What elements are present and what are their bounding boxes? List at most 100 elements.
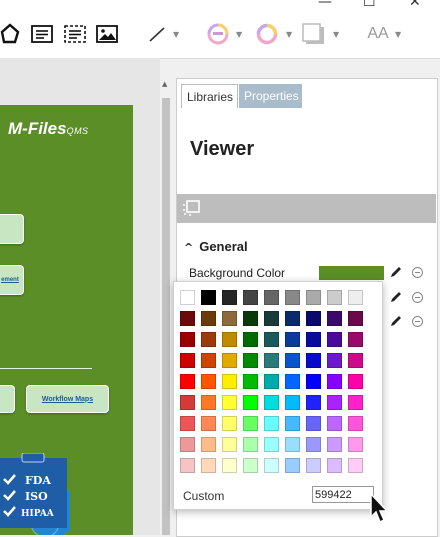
color-swatch[interactable] <box>327 416 342 431</box>
color-swatch[interactable] <box>348 332 363 347</box>
color-swatch[interactable] <box>222 353 237 368</box>
collapse-chevron-icon[interactable]: ^ <box>184 241 193 254</box>
color-swatch[interactable] <box>222 458 237 473</box>
color-swatch[interactable] <box>180 395 195 410</box>
color-swatch[interactable] <box>264 416 279 431</box>
color-swatch[interactable] <box>306 416 321 431</box>
pencil-icon-3[interactable] <box>389 314 403 328</box>
color-swatch[interactable] <box>201 311 216 326</box>
color-swatch[interactable] <box>306 290 321 305</box>
color-swatch[interactable] <box>201 416 216 431</box>
color-swatch[interactable] <box>201 332 216 347</box>
background-color-swatch[interactable] <box>319 266 384 280</box>
minimize-button[interactable]: — <box>318 0 332 10</box>
color-swatch[interactable] <box>348 290 363 305</box>
tab-libraries[interactable]: Libraries <box>181 84 238 108</box>
color-swatch[interactable] <box>180 353 195 368</box>
section-general[interactable]: ^ General <box>184 239 248 254</box>
fill-dropdown-caret[interactable]: ▼ <box>236 30 242 39</box>
color-swatch[interactable] <box>201 437 216 452</box>
color-swatch[interactable] <box>264 458 279 473</box>
fill-color-icon[interactable] <box>205 21 231 47</box>
line-dropdown-caret[interactable]: ▼ <box>173 30 179 39</box>
pentagon-icon[interactable] <box>0 21 20 47</box>
color-swatch[interactable] <box>348 353 363 368</box>
color-swatch[interactable] <box>180 374 195 389</box>
diagram-box-ement[interactable]: ement <box>0 265 24 295</box>
workflow-maps-link[interactable]: Workflow Maps <box>26 385 109 413</box>
color-swatch[interactable] <box>264 290 279 305</box>
color-swatch[interactable] <box>243 290 258 305</box>
color-swatch[interactable] <box>306 395 321 410</box>
color-swatch[interactable] <box>348 458 363 473</box>
color-swatch[interactable] <box>222 290 237 305</box>
color-swatch[interactable] <box>348 437 363 452</box>
close-button[interactable]: ✕ <box>409 0 421 10</box>
color-swatch[interactable] <box>243 332 258 347</box>
color-swatch[interactable] <box>285 437 300 452</box>
custom-color-input[interactable] <box>312 486 374 503</box>
color-swatch[interactable] <box>243 311 258 326</box>
color-swatch[interactable] <box>264 437 279 452</box>
tab-properties[interactable]: Properties <box>239 84 302 108</box>
color-swatch[interactable] <box>285 395 300 410</box>
color-swatch[interactable] <box>222 395 237 410</box>
color-swatch[interactable] <box>264 395 279 410</box>
color-swatch[interactable] <box>243 374 258 389</box>
dashed-textbox-icon[interactable] <box>63 21 87 47</box>
color-swatch[interactable] <box>264 374 279 389</box>
color-swatch[interactable] <box>180 416 195 431</box>
color-swatch[interactable] <box>348 416 363 431</box>
color-swatch[interactable] <box>243 416 258 431</box>
color-swatch[interactable] <box>285 332 300 347</box>
color-swatch[interactable] <box>306 353 321 368</box>
color-swatch[interactable] <box>327 311 342 326</box>
color-swatch[interactable] <box>306 437 321 452</box>
color-swatch[interactable] <box>264 311 279 326</box>
color-swatch[interactable] <box>222 311 237 326</box>
color-swatch[interactable] <box>180 290 195 305</box>
color-swatch[interactable] <box>348 374 363 389</box>
color-swatch[interactable] <box>348 311 363 326</box>
color-swatch[interactable] <box>348 395 363 410</box>
color-swatch[interactable] <box>285 290 300 305</box>
color-swatch[interactable] <box>327 353 342 368</box>
shadow-dropdown-caret[interactable]: ▼ <box>333 30 339 39</box>
remove-circle-icon-3[interactable] <box>412 316 423 327</box>
color-swatch[interactable] <box>264 332 279 347</box>
color-swatch[interactable] <box>327 332 342 347</box>
textbox-icon[interactable] <box>30 21 54 47</box>
color-swatch[interactable] <box>243 458 258 473</box>
pencil-icon-2[interactable] <box>389 290 403 304</box>
color-swatch[interactable] <box>201 353 216 368</box>
color-swatch[interactable] <box>243 395 258 410</box>
color-swatch[interactable] <box>222 437 237 452</box>
diagram-box-left[interactable] <box>0 385 15 413</box>
color-swatch[interactable] <box>285 311 300 326</box>
color-swatch[interactable] <box>327 437 342 452</box>
color-swatch[interactable] <box>243 437 258 452</box>
color-swatch[interactable] <box>306 311 321 326</box>
line-icon[interactable] <box>146 21 168 47</box>
color-swatch[interactable] <box>327 290 342 305</box>
scroll-up-icon[interactable]: ▲ <box>162 80 167 88</box>
color-swatch[interactable] <box>285 416 300 431</box>
color-swatch[interactable] <box>327 395 342 410</box>
scrollbar-thumb[interactable] <box>162 98 170 535</box>
maximize-button[interactable]: ☐ <box>363 0 376 10</box>
font-size-dropdown-caret[interactable]: ▼ <box>395 30 401 39</box>
stroke-dropdown-caret[interactable]: ▼ <box>286 30 292 39</box>
remove-circle-icon[interactable] <box>412 267 423 278</box>
color-swatch[interactable] <box>180 458 195 473</box>
color-swatch[interactable] <box>201 458 216 473</box>
color-swatch[interactable] <box>201 395 216 410</box>
select-frame-icon[interactable] <box>183 200 201 217</box>
color-swatch[interactable] <box>222 374 237 389</box>
color-swatch[interactable] <box>243 353 258 368</box>
canvas-scrollbar[interactable]: ▲ <box>160 78 172 535</box>
image-icon[interactable] <box>95 21 119 47</box>
stroke-color-icon[interactable] <box>254 21 280 47</box>
color-swatch[interactable] <box>285 458 300 473</box>
font-size-icon[interactable]: AA <box>364 21 392 47</box>
color-swatch[interactable] <box>222 332 237 347</box>
